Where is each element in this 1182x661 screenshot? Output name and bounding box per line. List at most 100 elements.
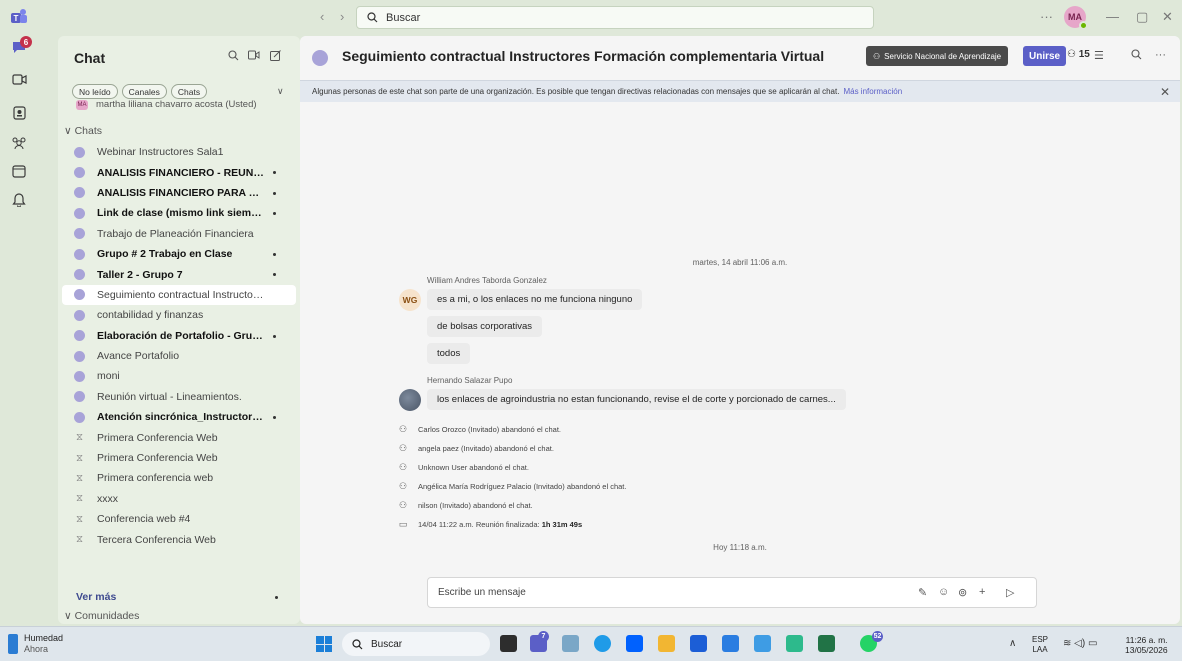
people-icon: ⚇	[1067, 49, 1076, 60]
chat-item-label: Tercera Conferencia Web	[97, 533, 216, 546]
more-options-icon[interactable]: ···	[1040, 9, 1053, 24]
meeting-end-text: 14/04 11:22 a.m. Reunión finalizada:	[418, 519, 542, 529]
participants-button[interactable]: ⚇ 15	[1067, 49, 1090, 60]
org-people-icon: ⚇	[873, 51, 881, 61]
add-icon[interactable]: +	[979, 586, 985, 598]
dropbox-icon[interactable]	[626, 635, 643, 652]
chat-list-item[interactable]: ANALISIS FINANCIERO - REUNIÓ...	[62, 162, 296, 182]
calendar-rail-button[interactable]	[10, 104, 28, 122]
unread-dot	[273, 212, 276, 216]
chat-list-item[interactable]: ⧖ xxxx	[62, 489, 296, 509]
excel-icon[interactable]	[818, 635, 835, 652]
communities-section-toggle[interactable]: ∨ Comunidades	[64, 610, 139, 622]
unread-dot	[273, 171, 276, 175]
filter-unread-chip[interactable]: No leído	[72, 84, 118, 99]
join-meeting-button[interactable]: Unirse	[1023, 46, 1067, 66]
network-volume-battery-icons[interactable]: ≋ ◁) ▭	[1063, 638, 1097, 649]
filter-chats-chip[interactable]: Chats	[170, 84, 208, 99]
chat-list-item[interactable]: Trabajo de Planeación Financiera	[62, 224, 296, 244]
chat-list-item[interactable]: Reunión virtual - Lineamientos.	[62, 387, 296, 407]
profile-avatar[interactable]: MA	[1064, 6, 1088, 30]
message-bubble[interactable]: de bolsas corporativas	[427, 316, 543, 337]
teams-logo-icon[interactable]: T	[10, 8, 28, 26]
chat-item-label: Seguimiento contractual Instructore...	[97, 288, 265, 301]
sender-avatar[interactable]: WG	[399, 289, 421, 311]
send-icon[interactable]: ▷	[1006, 586, 1014, 599]
group-chat-icon	[74, 146, 85, 158]
list-icon[interactable]: ☰	[1094, 49, 1104, 62]
forward-arrow-icon[interactable]: ›	[340, 9, 344, 24]
self-chat-item[interactable]: MA martha liliana chavarro acosta (Usted…	[76, 99, 257, 110]
language-indicator[interactable]: ESP LAA	[1032, 635, 1048, 655]
weather-widget[interactable]: Humedad Ahora	[8, 633, 63, 655]
message-bubble[interactable]: es a mi, o los enlaces no me funciona ni…	[427, 289, 643, 310]
minimize-button[interactable]: —	[1106, 9, 1119, 24]
tray-chevron-up-icon[interactable]: ∧	[1009, 638, 1016, 649]
compose-message-input[interactable]	[438, 587, 838, 598]
unread-dot	[273, 191, 276, 195]
chat-list-item[interactable]: ⧖ Primera conferencia web	[62, 468, 296, 488]
sender-avatar-photo[interactable]	[399, 389, 421, 411]
communities-rail-button[interactable]	[10, 134, 28, 152]
message-bubble[interactable]: los enlaces de agroindustria no estan fu…	[427, 389, 846, 410]
chat-list-item[interactable]: contabilidad y finanzas	[62, 305, 296, 325]
organization-button[interactable]: ⚇ Servicio Nacional de Aprendizaje	[866, 46, 1009, 66]
chevron-down-icon[interactable]: ∨	[277, 86, 284, 97]
back-arrow-icon[interactable]: ‹	[320, 9, 324, 24]
task-view-icon[interactable]	[500, 635, 517, 652]
outlook-icon[interactable]	[722, 635, 739, 652]
calendar-button[interactable]	[10, 162, 28, 180]
chat-list-item[interactable]: Webinar Instructores Sala1	[62, 142, 296, 162]
see-more-link[interactable]: Ver más	[76, 591, 116, 603]
org-button-label: Servicio Nacional de Aprendizaje	[884, 51, 1002, 61]
chat-list-item[interactable]: Elaboración de Portafolio - Grupo 5	[62, 326, 296, 346]
search-icon[interactable]	[228, 50, 239, 64]
chat-list-item[interactable]: Atención sincrónica_Instructores ...	[62, 407, 296, 427]
close-window-button[interactable]: ✕	[1162, 9, 1173, 25]
conversation-title[interactable]: Seguimiento contractual Instructores For…	[342, 48, 824, 64]
maximize-button[interactable]: ▢	[1136, 9, 1148, 25]
person-left-icon: ⚇	[398, 442, 408, 453]
meet-rail-button[interactable]	[10, 70, 28, 88]
search-input[interactable]: Buscar	[356, 6, 874, 29]
search-in-chat-icon[interactable]	[1131, 49, 1142, 63]
file-explorer-icon[interactable]	[658, 635, 675, 652]
store-icon[interactable]	[690, 635, 707, 652]
group-chat-icon	[74, 309, 85, 321]
group-chat-icon	[74, 289, 85, 301]
chat-list-item[interactable]: ⧖ Tercera Conferencia Web	[62, 529, 296, 549]
chat-list-item[interactable]: Grupo # 2 Trabajo en Clase	[62, 244, 296, 264]
loop-icon[interactable]: ⊚	[958, 586, 967, 599]
edge-browser-icon[interactable]	[594, 635, 611, 652]
unread-dot	[273, 273, 276, 277]
new-chat-icon[interactable]	[270, 50, 281, 64]
chat-list-item[interactable]: Taller 2 - Grupo 7	[62, 264, 296, 284]
system-clock[interactable]: 11:26 a. m. 13/05/2026	[1125, 635, 1168, 655]
chat-list-item[interactable]: ANALISIS FINANCIERO PARA TO...	[62, 183, 296, 203]
chat-list-item[interactable]: Link de clase (mismo link siempre)	[62, 203, 296, 223]
chat-list-item[interactable]: Seguimiento contractual Instructore...	[62, 284, 296, 306]
search-icon	[367, 12, 378, 23]
taskbar-search[interactable]: Buscar	[342, 632, 490, 656]
app-icon[interactable]	[754, 635, 771, 652]
filter-channels-chip[interactable]: Canales	[121, 84, 167, 99]
start-button[interactable]	[316, 636, 332, 652]
chat-list: Webinar Instructores Sala1 ANALISIS FINAN…	[62, 142, 296, 550]
emoji-icon[interactable]: ☺	[938, 586, 949, 598]
format-icon[interactable]: ✎	[918, 586, 927, 599]
activity-rail-button[interactable]	[10, 190, 28, 208]
meet-now-icon[interactable]	[248, 50, 260, 63]
chat-list-item[interactable]: moni	[62, 366, 296, 386]
chat-list-item[interactable]: ⧖ Primera Conferencia Web	[62, 448, 296, 468]
chat-list-item[interactable]: Avance Portafolio	[62, 346, 296, 366]
close-banner-icon[interactable]: ✕	[1160, 85, 1170, 99]
message-bubble[interactable]: todos	[427, 343, 471, 364]
more-actions-icon[interactable]: ···	[1155, 49, 1166, 61]
app-icon-2[interactable]	[786, 635, 803, 652]
chats-section-toggle[interactable]: ∨ Chats	[64, 125, 102, 137]
meeting-icon: ⧖	[75, 432, 84, 444]
chat-list-item[interactable]: ⧖ Conferencia web #4	[62, 509, 296, 529]
more-info-link[interactable]: Más información	[843, 87, 902, 96]
widgets-icon[interactable]	[562, 635, 579, 652]
chat-list-item[interactable]: ⧖ Primera Conferencia Web	[62, 427, 296, 447]
